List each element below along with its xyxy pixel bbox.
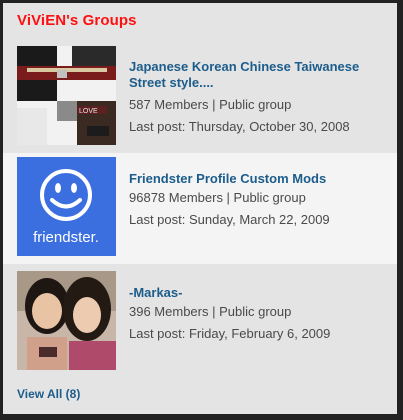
- group-row: LOVE Japanese Korean Chinese Taiwanese S…: [3, 42, 397, 153]
- group-members-info: 396 Members | Public group: [129, 304, 292, 319]
- group-row: friendster. Friendster Profile Custom Mo…: [3, 153, 397, 264]
- group-photo-icon: [17, 271, 116, 370]
- group-members-info: 587 Members | Public group: [129, 97, 292, 112]
- group-name-link[interactable]: Japanese Korean Chinese Taiwanese Street…: [129, 59, 389, 91]
- svg-text:LOVE: LOVE: [79, 108, 98, 115]
- friendster-logo-text: friendster.: [33, 229, 99, 246]
- street-style-photo-icon: LOVE: [17, 46, 116, 145]
- group-last-post: Last post: Friday, February 6, 2009: [129, 326, 331, 341]
- group-row: -Markas- 396 Members | Public group Last…: [3, 267, 397, 378]
- group-name-link[interactable]: -Markas-: [129, 285, 389, 301]
- group-thumbnail-friendster[interactable]: friendster.: [17, 157, 116, 256]
- view-all-link[interactable]: View All (8): [17, 387, 80, 401]
- group-last-post: Last post: Thursday, October 30, 2008: [129, 119, 350, 134]
- group-name-link[interactable]: Friendster Profile Custom Mods: [129, 171, 389, 187]
- groups-panel: ViViEN's Groups LOVE Japanese Korean Chi…: [3, 3, 397, 414]
- friendster-logo-icon: friendster.: [17, 157, 116, 256]
- group-members-info: 96878 Members | Public group: [129, 190, 306, 205]
- group-last-post: Last post: Sunday, March 22, 2009: [129, 212, 330, 227]
- group-thumbnail-street-style[interactable]: LOVE: [17, 46, 116, 145]
- group-thumbnail-markas[interactable]: [17, 271, 116, 370]
- section-title: ViViEN's Groups: [17, 12, 137, 29]
